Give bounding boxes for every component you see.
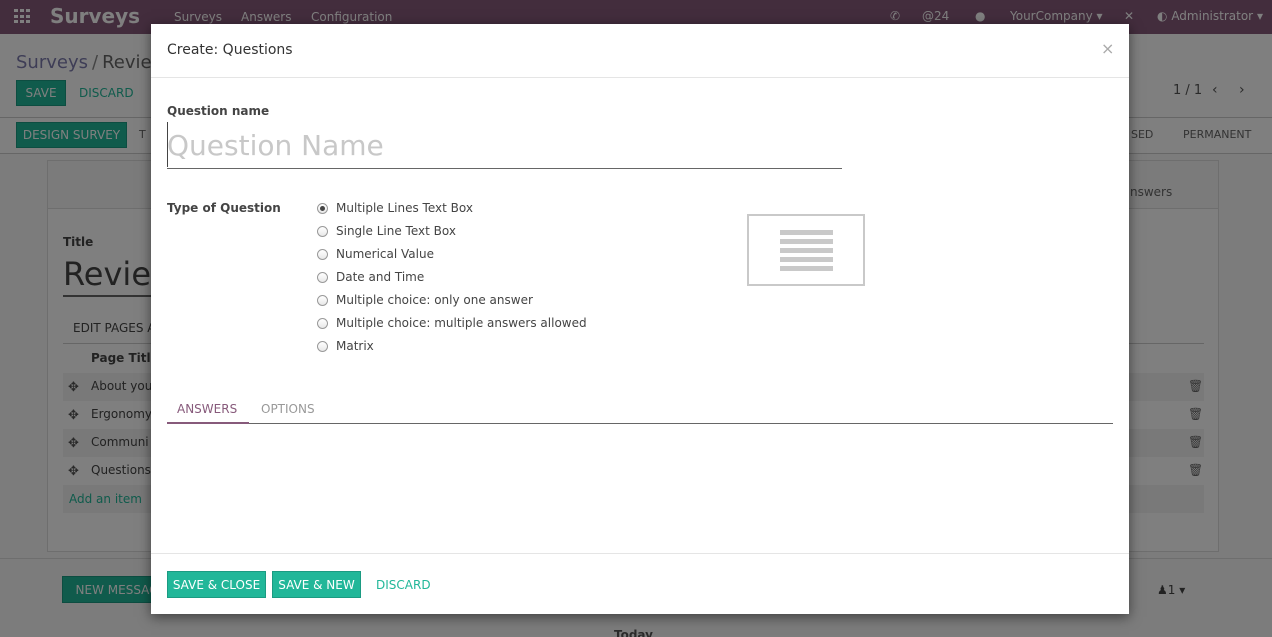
radio-label: Multiple choice: only one answer bbox=[336, 293, 533, 307]
active-tab-indicator bbox=[167, 422, 249, 424]
radio-label: Single Line Text Box bbox=[336, 224, 456, 238]
radio-button[interactable] bbox=[317, 225, 328, 237]
question-tabs: ANSWERS OPTIONS bbox=[167, 398, 1113, 424]
radio-button[interactable] bbox=[317, 340, 328, 352]
type-of-question-label: Type of Question bbox=[167, 201, 281, 215]
radio-button[interactable] bbox=[317, 294, 328, 306]
radio-option-single-line[interactable]: Single Line Text Box bbox=[317, 222, 456, 240]
radio-option-multiple-choice[interactable]: Multiple choice: multiple answers allowe… bbox=[317, 314, 587, 332]
radio-button[interactable] bbox=[317, 271, 328, 283]
modal-title: Create: Questions bbox=[167, 42, 293, 58]
discard-button[interactable]: DISCARD bbox=[376, 578, 431, 592]
modal-footer: SAVE & CLOSE SAVE & NEW DISCARD bbox=[151, 553, 1129, 614]
radio-label: Date and Time bbox=[336, 270, 425, 284]
save-new-button[interactable]: SAVE & NEW bbox=[272, 571, 361, 598]
question-name-label: Question name bbox=[167, 104, 270, 118]
text-caret bbox=[167, 122, 168, 167]
close-icon[interactable]: × bbox=[1101, 39, 1114, 58]
tab-answers[interactable]: ANSWERS bbox=[177, 402, 237, 416]
modal-header: Create: Questions × bbox=[151, 24, 1129, 78]
save-close-button[interactable]: SAVE & CLOSE bbox=[167, 571, 266, 598]
tab-options[interactable]: OPTIONS bbox=[261, 402, 315, 416]
radio-button[interactable] bbox=[317, 248, 328, 260]
radio-label: Numerical Value bbox=[336, 247, 434, 261]
radio-button[interactable] bbox=[317, 317, 328, 329]
radio-label: Matrix bbox=[336, 339, 374, 353]
radio-label: Multiple choice: multiple answers allowe… bbox=[336, 316, 587, 330]
radio-option-date-time[interactable]: Date and Time bbox=[317, 268, 424, 286]
radio-option-multiple-lines[interactable]: Multiple Lines Text Box bbox=[317, 199, 473, 217]
radio-button-checked[interactable] bbox=[317, 202, 328, 214]
text-box-preview-icon bbox=[747, 214, 865, 286]
radio-option-numerical[interactable]: Numerical Value bbox=[317, 245, 434, 263]
radio-label: Multiple Lines Text Box bbox=[336, 201, 473, 215]
question-name-input[interactable] bbox=[167, 122, 842, 169]
radio-option-single-choice[interactable]: Multiple choice: only one answer bbox=[317, 291, 533, 309]
create-question-dialog: Create: Questions × Question name Type o… bbox=[151, 24, 1129, 614]
radio-option-matrix[interactable]: Matrix bbox=[317, 337, 374, 355]
